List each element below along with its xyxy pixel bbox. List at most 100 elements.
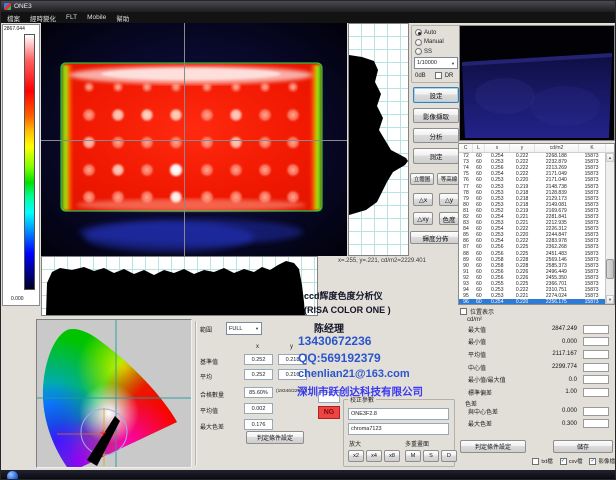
save-option[interactable]: ✓影像檔 [589, 457, 615, 465]
mode-ss[interactable]: SS [412, 47, 460, 57]
save-option[interactable]: ✓csv檔 [560, 457, 583, 465]
shutter-select[interactable]: 1/10000 ▼ [414, 57, 458, 69]
checkbox[interactable] [532, 458, 539, 465]
multi-screen-button-D[interactable]: D [441, 450, 457, 462]
camera-preview[interactable] [459, 25, 615, 141]
start-button[interactable] [7, 471, 18, 480]
table-cell: 0.256 [485, 275, 510, 281]
judge-condition-button[interactable]: 判定條件設定 [460, 440, 526, 453]
delta-x-button[interactable]: △x [413, 193, 433, 206]
stat-input-box[interactable] [583, 375, 609, 384]
delta-y-button[interactable]: △y [439, 193, 459, 206]
checkbox[interactable]: ✓ [560, 458, 567, 465]
ad-line1: ccd辉度色度分析仪 [304, 289, 383, 302]
scroll-up-icon[interactable]: ▲ [606, 153, 614, 162]
radio-icon [415, 39, 422, 46]
lens-field[interactable]: ONE3F2.8 [348, 408, 449, 420]
measure-button[interactable]: 測定 [413, 148, 459, 164]
table-cell: 15873 [578, 263, 605, 269]
column-header[interactable]: K [579, 144, 606, 152]
menu-item-3[interactable]: Mobile [87, 14, 106, 21]
column-header[interactable]: C [459, 144, 473, 152]
chroma-field[interactable]: chroma7123 [348, 423, 449, 435]
column-header[interactable]: cd/m2 [535, 144, 579, 152]
mode-auto[interactable]: Auto [412, 28, 460, 38]
scrollbar-thumb[interactable] [606, 259, 614, 279]
multi-screen-button-M[interactable]: M [405, 450, 421, 462]
table-cell: 60 [473, 281, 485, 287]
mode-manual[interactable]: Manual [412, 38, 460, 48]
table-cell: 15873 [578, 220, 605, 226]
ref-x-box[interactable]: 0.252 [244, 354, 273, 365]
zoom-button-x4[interactable]: x4 [366, 450, 382, 462]
delta-xy-button[interactable]: △xy [413, 212, 433, 225]
stat-label: 最小值 [459, 337, 523, 346]
stat-input-box[interactable] [583, 407, 609, 416]
table-cell: 15873 [578, 293, 605, 299]
contact-email[interactable]: chenlian21@163.com [298, 368, 410, 380]
stat-input-box[interactable] [583, 388, 609, 397]
table-cell: 60 [473, 257, 485, 263]
judge-condition-button-2[interactable]: 判定條件設定 [246, 431, 304, 444]
title-bar[interactable]: ONE3 [1, 1, 615, 12]
zoom-button-x8[interactable]: x8 [384, 450, 400, 462]
table-cell: 92 [459, 275, 473, 281]
multi-screen-button-S[interactable]: S [423, 450, 439, 462]
cie-diagram [37, 320, 191, 467]
stat-row: 最大色差0.300 [459, 418, 615, 431]
stat-input-box[interactable] [583, 419, 609, 428]
stat-input-box[interactable] [583, 325, 609, 334]
table-cell: 60 [473, 263, 485, 269]
multi-screen-label: 多重畫面 [405, 439, 429, 448]
contact-qq: QQ:569192379 [298, 351, 381, 365]
scroll-down-icon[interactable]: ▼ [606, 295, 614, 304]
checkbox[interactable]: ✓ [589, 458, 596, 465]
table-cell: 0.253 [485, 159, 510, 165]
radio-icon [415, 29, 422, 36]
stat-input-box[interactable] [583, 350, 609, 359]
colorbar-gradient[interactable] [24, 34, 35, 290]
stat-row: 與中心色差0.000 [459, 405, 615, 418]
menu-item-1[interactable]: 經時變化 [30, 13, 56, 23]
capture-settings-box: AutoManualSS 1/10000 ▼ 0dB DR [411, 25, 461, 83]
menu-item-2[interactable]: FLT [66, 14, 77, 21]
luminance-dist-button[interactable]: 輝度分佈 [410, 231, 461, 244]
table-cell: 60 [473, 232, 485, 238]
column-header[interactable]: y [510, 144, 535, 152]
stat-input-box[interactable] [583, 337, 609, 346]
dr-checkbox[interactable] [435, 72, 442, 79]
table-scrollbar[interactable]: ▲ ▼ [605, 153, 614, 304]
stereo-button[interactable]: 立體圖 [410, 173, 434, 185]
table-row[interactable]: 96600.2540.2202256.17515873 [459, 299, 605, 304]
save-button[interactable]: 儲存 [553, 440, 613, 453]
stat-row: 中心值2299.774 [459, 361, 615, 374]
vertical-profile-plot [348, 23, 409, 256]
column-header[interactable]: x [485, 144, 510, 152]
set-button[interactable]: 設定 [413, 87, 459, 103]
show-position-checkbox[interactable] [460, 308, 467, 315]
avg-x-box[interactable]: 0.252 [244, 369, 273, 380]
shutter-value: 1/10000 [417, 60, 437, 66]
chevron-down-icon: ▼ [451, 61, 455, 66]
table-cell: 15873 [578, 299, 605, 304]
range-select[interactable]: FULL ▼ [226, 322, 262, 335]
analyze-button[interactable]: 分析 [413, 128, 459, 143]
stat-input-box[interactable] [583, 363, 609, 372]
save-option[interactable]: txt檔 [532, 457, 552, 465]
luminance-heatmap[interactable] [41, 23, 347, 256]
zoom-button-x2[interactable]: x2 [348, 450, 364, 462]
contact-name: 陈经理 [314, 320, 344, 335]
chroma-button[interactable]: 色度 [439, 212, 459, 225]
stat-value: 0.000 [523, 408, 583, 414]
column-header[interactable]: L [473, 144, 485, 152]
table-body: 72600.2540.2222268.1881587373600.2530.22… [459, 153, 605, 304]
cie-diagram-panel[interactable] [36, 319, 192, 468]
table-cell: 0.222 [510, 159, 535, 165]
table-cell: 0.221 [510, 293, 535, 299]
menu-item-4[interactable]: 幫助 [116, 13, 129, 23]
table-cell: 0.253 [485, 184, 510, 190]
capture-button[interactable]: 影像擷取 [413, 108, 459, 123]
check-icon: ✓ [590, 458, 595, 464]
menu-item-0[interactable]: 檔案 [7, 13, 20, 23]
table-cell: 0.256 [485, 244, 510, 250]
